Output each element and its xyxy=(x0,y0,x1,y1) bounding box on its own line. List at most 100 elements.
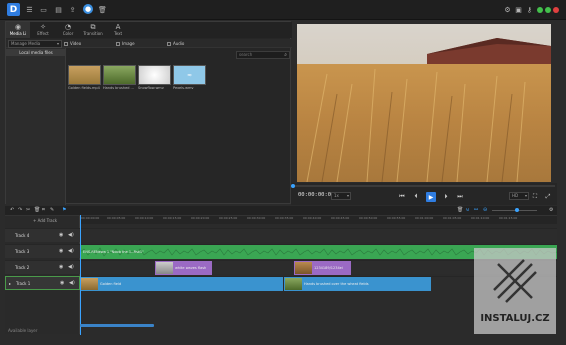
tab-effect[interactable]: ✧ Effect xyxy=(31,22,55,38)
effect-icon: ✧ xyxy=(40,23,46,31)
video-clip[interactable]: white waves flash xyxy=(155,261,212,275)
media-library-icon: ◉ xyxy=(14,23,22,31)
menu-icon[interactable]: ☰ xyxy=(24,4,35,15)
title-bar: D ☰ ▭ ▤ ⇪ ● 🗑 ⚙ ▣ ⚷ xyxy=(0,0,566,20)
zoom-slider-handle[interactable] xyxy=(515,208,519,212)
timeline-ruler[interactable]: 00:00:00:00 00:00:05:00 00:00:10:00 00:0… xyxy=(79,216,557,224)
quality-dropdown[interactable]: HD ▾ xyxy=(509,192,529,200)
minimize-button[interactable] xyxy=(537,7,543,13)
fullscreen-icon[interactable]: ⤢ xyxy=(544,193,552,201)
tab-color[interactable]: ◔ Color xyxy=(56,22,80,38)
search-input[interactable]: search ⌕ xyxy=(236,51,290,59)
redo-icon[interactable]: ↷ xyxy=(18,207,22,213)
visibility-icon[interactable]: ◉ xyxy=(60,280,64,286)
link-icon[interactable]: ⚯ xyxy=(474,207,478,213)
magnet-icon[interactable]: ⊍ xyxy=(466,207,470,213)
watermark-text: INSTALUJ.CZ xyxy=(480,313,550,324)
playback-progress-bar[interactable] xyxy=(292,185,555,187)
text-icon: A xyxy=(115,23,121,31)
settings-icon[interactable]: ⚙ xyxy=(502,4,513,15)
media-item[interactable]: Golden fields.mp4 xyxy=(68,65,101,92)
add-track-button[interactable]: + Add Track xyxy=(33,218,57,223)
play-button[interactable]: ▶ xyxy=(426,192,436,202)
track-header[interactable]: Track 3 ◉ ◀) xyxy=(5,244,80,258)
export-icon[interactable]: ⇪ xyxy=(67,4,78,15)
mute-icon[interactable]: ◀) xyxy=(68,232,74,238)
mute-icon[interactable]: ◀) xyxy=(68,248,74,254)
visibility-icon[interactable]: ◉ xyxy=(59,248,63,254)
visibility-icon[interactable]: ◉ xyxy=(59,264,63,270)
zoom-out-icon[interactable]: ⊖ xyxy=(483,207,487,213)
undo-icon[interactable]: ↶ xyxy=(10,207,14,213)
edit-icon[interactable]: ✎ xyxy=(50,207,54,213)
tab-transition[interactable]: ⧉ Transition xyxy=(81,22,105,38)
track-lane[interactable] xyxy=(80,228,557,242)
mute-icon[interactable]: ◀) xyxy=(69,280,75,286)
media-item[interactable]: ≈ Pexels.wmv xyxy=(173,65,206,92)
ruler-tick: 00:00:40:00 xyxy=(303,216,322,220)
expand-icon[interactable]: ▸ xyxy=(9,281,11,286)
video-clip[interactable]: 1234189/1234ei xyxy=(294,261,351,275)
ruler-tick: 00:00:20:00 xyxy=(191,216,210,220)
track-header[interactable]: Track 4 ◉ ◀) xyxy=(5,228,80,242)
delete-clip-icon[interactable]: 🗑 xyxy=(34,207,40,213)
skip-end-button[interactable]: ⏭ xyxy=(456,193,464,201)
playhead[interactable] xyxy=(80,215,81,335)
snapshot-icon[interactable]: ⛶ xyxy=(531,193,539,201)
ruler-tick: 00:01:10:00 xyxy=(471,216,490,220)
video-clip[interactable]: Hands brushed over the wheat fields xyxy=(284,277,431,291)
ruler-tick: 00:00:25:00 xyxy=(219,216,238,220)
track-header[interactable]: Track 2 ◉ ◀) xyxy=(5,260,80,274)
split-icon[interactable]: ✂ xyxy=(26,207,30,213)
mute-icon[interactable]: ◀) xyxy=(68,264,74,270)
timeline-toolbar: ↶ ↷ ✂ 🗑 ⌗ ✎ ⚑ 🗑 ⊍ ⚯ ⊖ ⚙ xyxy=(5,206,557,216)
track-header[interactable]: ▸ Track 1 ◉ ◀) xyxy=(5,276,80,290)
open-icon[interactable]: ▤ xyxy=(53,4,64,15)
image-checkbox[interactable]: Image xyxy=(116,40,135,47)
clip-thumbnail xyxy=(156,262,173,274)
skip-start-button[interactable]: ⏮ xyxy=(398,193,406,201)
media-thumbnail: ≈ xyxy=(173,65,206,85)
ruler-tick: 00:00:10:00 xyxy=(135,216,154,220)
ruler-tick: 00:00:45:00 xyxy=(331,216,350,220)
media-thumbnail xyxy=(68,65,101,85)
new-icon[interactable]: ▭ xyxy=(38,4,49,15)
crop-icon[interactable]: ⌗ xyxy=(42,207,45,213)
delete-track-icon[interactable]: 🗑 xyxy=(457,207,463,213)
media-item[interactable]: Snowflow.wmv xyxy=(138,65,171,92)
timeline-settings-icon[interactable]: ⚙ xyxy=(549,207,553,213)
close-button[interactable] xyxy=(553,7,559,13)
audio-checkbox[interactable]: Audio xyxy=(167,40,184,47)
cart-icon[interactable]: ▣ xyxy=(513,4,524,15)
filter-bar: Manage Media ▾ Video Image Audio xyxy=(6,39,292,48)
video-clip[interactable]: Golden field xyxy=(80,277,283,291)
progress-handle[interactable] xyxy=(291,184,295,188)
tab-media-library[interactable]: ◉ Media Li xyxy=(6,22,30,38)
speed-dropdown[interactable]: 1x ▾ xyxy=(331,192,351,200)
timeline-scrollbar[interactable] xyxy=(80,324,154,327)
user-icon[interactable]: ● xyxy=(83,4,93,14)
clip-thumbnail xyxy=(295,262,312,274)
manage-media-dropdown[interactable]: Manage Media ▾ xyxy=(8,40,62,48)
video-checkbox[interactable]: Video xyxy=(64,40,81,47)
marker-icon[interactable]: ⚑ xyxy=(62,207,66,213)
next-frame-button[interactable]: ⏵ xyxy=(442,193,450,201)
app-logo: D xyxy=(7,3,20,16)
delete-icon[interactable]: 🗑 xyxy=(97,4,108,15)
sidebar-item-local-media[interactable]: Local media files xyxy=(6,49,66,56)
media-item[interactable]: Hands brushed ... xyxy=(103,65,136,92)
ruler-tick: 00:01:15:00 xyxy=(499,216,518,220)
tab-text[interactable]: A Text xyxy=(106,22,130,38)
color-icon: ◔ xyxy=(64,23,72,31)
maximize-button[interactable] xyxy=(545,7,551,13)
search-icon[interactable]: ⌕ xyxy=(284,52,287,58)
transition-icon: ⧉ xyxy=(90,23,96,31)
previous-frame-button[interactable]: ⏴ xyxy=(412,193,420,201)
key-icon[interactable]: ⚷ xyxy=(524,4,535,15)
video-preview[interactable] xyxy=(297,24,551,182)
visibility-icon[interactable]: ◉ xyxy=(59,232,63,238)
status-text: Available layer xyxy=(8,328,38,333)
media-sidebar: Local media files xyxy=(6,48,66,205)
ruler-tick: 00:00:35:00 xyxy=(275,216,294,220)
chevron-down-icon: ▾ xyxy=(346,193,349,198)
